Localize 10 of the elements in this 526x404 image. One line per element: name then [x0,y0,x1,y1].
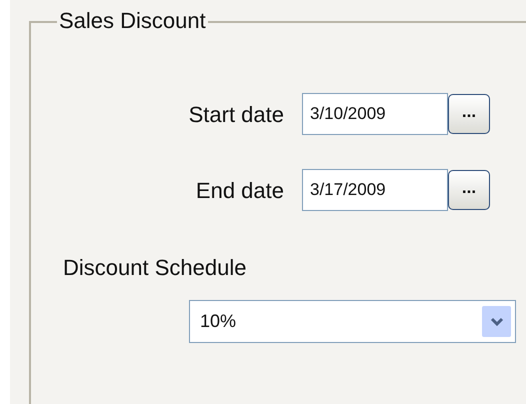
schedule-dropdown[interactable]: 10% [189,300,516,343]
chevron-down-icon [482,306,511,337]
field-label: Start date [188,100,285,128]
date-picker-button[interactable]: ... [448,94,490,134]
dropdown-value: 10% [200,310,236,333]
field-label: End date [194,176,285,204]
date-field[interactable]: 3/10/2009 [302,93,448,135]
schedule-label: Discount Schedule [63,254,248,282]
date-picker-button[interactable]: ... [448,170,490,210]
date-field[interactable]: 3/17/2009 [302,169,448,211]
